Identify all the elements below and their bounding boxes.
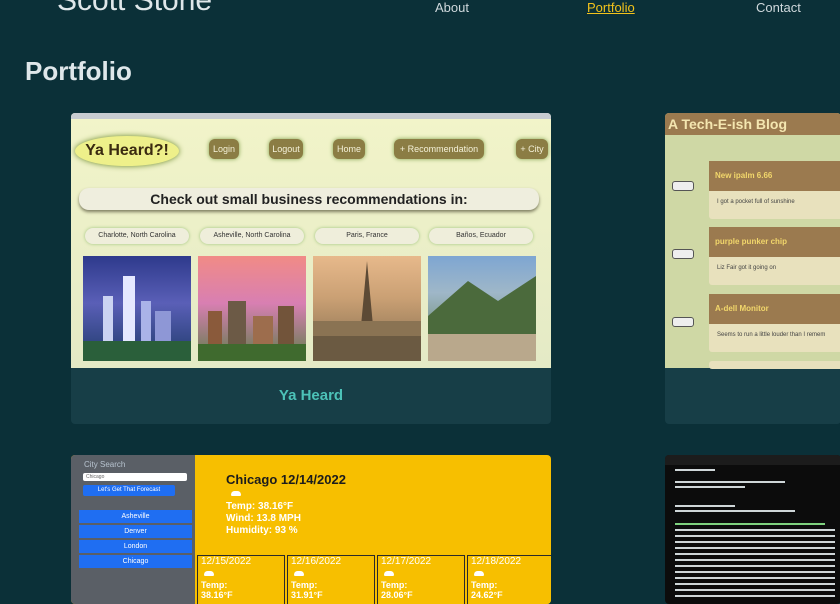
edit-pill <box>672 317 694 327</box>
cloud-icon <box>384 571 394 576</box>
project-screenshot[interactable]: Ya Heard?! Login Logout Home + Recommend… <box>71 113 551 368</box>
cloud-icon <box>231 491 241 496</box>
current-wind: Wind: 13.8 MPH <box>226 513 301 524</box>
post-title: New ipalm 6.66 <box>709 161 840 191</box>
site-header: Scott Stone About Portfolio Contact <box>0 0 840 40</box>
home-button: Home <box>333 139 365 159</box>
city-chip: Paris, France <box>315 228 419 244</box>
project-title[interactable]: Ya Heard <box>71 368 551 424</box>
terminal-line <box>675 595 835 597</box>
city-chip: Baños, Ecuador <box>429 228 533 244</box>
terminal-line <box>675 559 835 561</box>
section-title: Portfolio <box>25 56 132 86</box>
terminal-line <box>675 529 835 531</box>
post-body: Seems to run a little louder than I reme… <box>717 332 826 338</box>
terminal-line <box>675 571 835 573</box>
history-city: London <box>79 540 192 553</box>
nav-about[interactable]: About <box>435 0 469 15</box>
forecast-date: 12/15/2022 <box>201 556 252 567</box>
nav-contact[interactable]: Contact <box>756 0 801 15</box>
browser-bar <box>71 113 551 119</box>
terminal-line <box>675 565 835 567</box>
city-search-input: Chicago <box>83 473 187 481</box>
blog-title: A Tech-E-ish Blog <box>665 113 840 135</box>
forecast-day: 12/18/2022 Temp: 24.62°F <box>467 555 551 604</box>
logout-button: Logout <box>269 139 303 159</box>
forecast-temp-label: Temp: <box>201 580 228 590</box>
current-humidity: Humidity: 93 % <box>226 525 298 536</box>
terminal-line <box>675 481 785 483</box>
terminal-line <box>675 541 835 543</box>
forecast-button: Let's Get That Forecast <box>83 485 175 496</box>
forecast-temp-label: Temp: <box>471 580 498 590</box>
forecast-date: 12/17/2022 <box>381 556 432 567</box>
city-chip: Asheville, North Carolina <box>200 228 304 244</box>
terminal-line <box>675 547 835 549</box>
post-body: I got a pocket full of sunshine <box>717 199 795 205</box>
nav-portfolio[interactable]: Portfolio <box>587 0 635 15</box>
current-heading: Chicago 12/14/2022 <box>226 472 346 487</box>
post-title: purple punker chip <box>709 227 840 257</box>
city-photo <box>313 256 421 361</box>
forecast-date: 12/18/2022 <box>471 556 522 567</box>
forecast-temp: 38.16°F <box>201 590 233 600</box>
banner-text: Check out small business recommendations… <box>79 188 539 210</box>
terminal-line <box>675 523 825 525</box>
project-card-employee-tracker[interactable] <box>665 455 840 604</box>
terminal-line <box>675 469 715 471</box>
city-photo <box>428 256 536 361</box>
forecast-date: 12/16/2022 <box>291 556 342 567</box>
forecast-day: 12/16/2022 Temp: 31.91°F <box>287 555 375 604</box>
forecast-temp: 24.62°F <box>471 590 503 600</box>
login-button: Login <box>209 139 239 159</box>
project-screenshot[interactable]: A Tech-E-ish Blog New ipalm 6.66 I got a… <box>665 113 840 369</box>
terminal-line <box>675 505 735 507</box>
terminal-line <box>675 589 835 591</box>
cloud-icon <box>204 571 214 576</box>
edit-pill <box>672 249 694 259</box>
cloud-icon <box>294 571 304 576</box>
project-title[interactable] <box>665 368 840 424</box>
search-label: City Search <box>84 460 126 469</box>
project-card-blog[interactable]: A Tech-E-ish Blog New ipalm 6.66 I got a… <box>665 113 840 424</box>
add-recommendation-button: + Recommendation <box>394 139 484 159</box>
blog-post: A-dell Monitor Seems to run a little lou… <box>709 294 840 352</box>
project-screenshot[interactable]: City Search Chicago Let's Get That Forec… <box>71 455 551 604</box>
terminal-line <box>675 510 795 512</box>
terminal-line <box>675 535 835 537</box>
forecast-temp-label: Temp: <box>381 580 408 590</box>
forecast-day: 12/17/2022 Temp: 28.06°F <box>377 555 465 604</box>
city-photo <box>198 256 306 361</box>
cloud-icon <box>474 571 484 576</box>
terminal-tabs <box>665 455 840 465</box>
blog-post: purple punker chip Liz Fair got it going… <box>709 227 840 285</box>
history-city: Asheville <box>79 510 192 523</box>
post-body: Liz Fair got it going on <box>717 265 777 271</box>
terminal-line <box>675 486 745 488</box>
terminal-line <box>675 583 835 585</box>
forecast-temp: 28.06°F <box>381 590 413 600</box>
project-card-weather[interactable]: City Search Chicago Let's Get That Forec… <box>71 455 551 604</box>
terminal-line <box>675 553 835 555</box>
project-screenshot[interactable] <box>665 455 840 604</box>
blog-post: New ipalm 6.66 I got a pocket full of su… <box>709 161 840 219</box>
app-logo: Ya Heard?! <box>75 136 179 166</box>
project-card-ya-heard[interactable]: Ya Heard?! Login Logout Home + Recommend… <box>71 113 551 424</box>
main-nav: About Portfolio Contact <box>0 0 840 20</box>
history-city: Chicago <box>79 555 192 568</box>
add-city-button: + City <box>516 139 548 159</box>
current-temp: Temp: 38.16°F <box>226 501 294 512</box>
forecast-temp-label: Temp: <box>291 580 318 590</box>
terminal-line <box>675 577 835 579</box>
city-photo <box>83 256 191 361</box>
weather-sidebar: City Search Chicago Let's Get That Forec… <box>71 455 195 604</box>
city-chip: Charlotte, North Carolina <box>85 228 189 244</box>
forecast-day: 12/15/2022 Temp: 38.16°F <box>197 555 285 604</box>
history-city: Denver <box>79 525 192 538</box>
post-title: A-dell Monitor <box>709 294 840 324</box>
edit-pill <box>672 181 694 191</box>
forecast-temp: 31.91°F <box>291 590 323 600</box>
